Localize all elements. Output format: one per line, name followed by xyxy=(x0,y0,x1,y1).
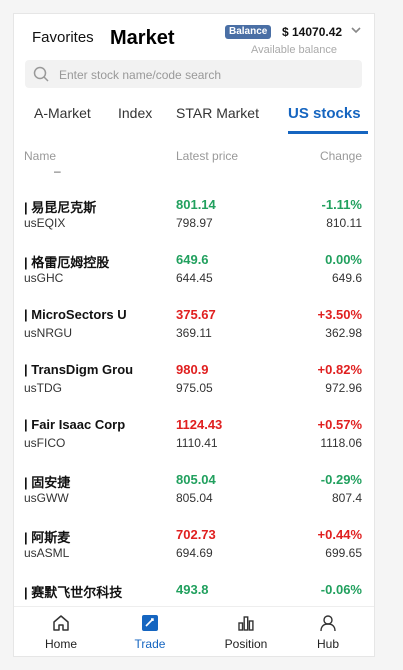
stock-change: +0.44% xyxy=(317,527,362,542)
hub-icon xyxy=(320,615,336,632)
stock-row[interactable]: | Fair Isaac Corp usFICO 1124.43 1110.41 +0.… xyxy=(14,414,374,469)
stock-ref-price: 972.96 xyxy=(325,381,362,395)
nav-position-label: Position xyxy=(224,637,268,651)
stock-name: | 阿斯麦 xyxy=(24,530,71,545)
stock-code: usEQIX xyxy=(24,216,66,230)
stock-code: usGHC xyxy=(24,271,64,285)
stock-change: +0.57% xyxy=(317,417,362,432)
chevron-down-icon[interactable] xyxy=(350,23,362,41)
stock-prev-price: 975.05 xyxy=(176,381,213,395)
stock-change: +3.50% xyxy=(317,307,362,322)
nav-trade[interactable]: Trade xyxy=(115,607,185,656)
balance-caption: Available balance xyxy=(251,44,338,56)
tab-index[interactable]: Index xyxy=(118,105,152,121)
stock-latest-price: 375.67 xyxy=(176,307,216,322)
stock-prev-price: 644.45 xyxy=(176,271,213,285)
stock-row[interactable]: | MicroSectors U usNRGU 375.67 369.11 +3.50%… xyxy=(14,304,374,359)
nav-hub-label: Hub xyxy=(316,637,339,651)
stock-list: | 易昆尼克斯 usEQIX 801.14 798.97 -1.11% 810.11 | 格… xyxy=(14,194,374,634)
nav-position[interactable]: Position xyxy=(211,607,281,656)
stock-prev-price: 694.69 xyxy=(176,546,213,560)
stock-change: -0.29% xyxy=(320,472,362,487)
stock-latest-price: 493.8 xyxy=(176,582,209,597)
favorites-tab[interactable]: Favorites xyxy=(32,29,94,46)
nav-hub[interactable]: Hub xyxy=(293,607,363,656)
stock-name: | Fair Isaac Corp xyxy=(24,417,126,432)
stock-prev-price: 1110.41 xyxy=(176,436,218,450)
market-tabs: A-Market Index STAR Market US stocks xyxy=(14,100,374,134)
tab-a-market[interactable]: A-Market xyxy=(34,105,91,121)
header: Favorites Market Balance $ 14070.42 Avai… xyxy=(14,14,374,64)
stock-latest-price: 980.9 xyxy=(176,362,209,377)
stock-ref-price: 649.6 xyxy=(331,271,362,285)
stock-row[interactable]: | 固安捷 usGWW 805.04 805.04 -0.29% 807.4 xyxy=(14,469,374,524)
stock-ref-price: 699.65 xyxy=(325,546,362,560)
stock-name: | 固安捷 xyxy=(24,475,71,490)
search-bar[interactable] xyxy=(25,60,362,90)
stock-latest-price: 702.73 xyxy=(176,527,216,542)
stock-name: | TransDigm Grou xyxy=(24,362,134,377)
stock-change: -1.11% xyxy=(321,197,362,212)
active-tab-indicator xyxy=(288,131,368,134)
tab-us-stocks[interactable]: US stocks xyxy=(288,105,361,122)
placeholder-dash: – xyxy=(54,164,61,178)
stock-row[interactable]: | 阿斯麦 usASML 702.73 694.69 +0.44% 699.65 xyxy=(14,524,374,579)
stock-ref-price: 362.98 xyxy=(325,326,362,340)
stock-ref-price: 807.4 xyxy=(331,491,362,505)
market-tab[interactable]: Market xyxy=(110,27,174,50)
stock-name: | 格雷厄姆控股 xyxy=(24,255,110,270)
stock-change: +0.82% xyxy=(317,362,362,377)
stock-latest-price: 805.04 xyxy=(176,472,216,487)
stock-change: 0.00% xyxy=(325,252,362,267)
stock-prev-price: 369.11 xyxy=(176,326,212,340)
trade-icon xyxy=(142,615,158,631)
stock-prev-price: 805.04 xyxy=(176,491,213,505)
home-icon xyxy=(53,615,69,631)
stock-name: | MicroSectors U xyxy=(24,307,127,322)
column-header: Name Latest price Change xyxy=(14,149,374,165)
stock-code: usTDG xyxy=(24,381,63,395)
stock-row[interactable]: | 易昆尼克斯 usEQIX 801.14 798.97 -1.11% 810.11 xyxy=(14,194,374,249)
nav-trade-label: Trade xyxy=(134,637,166,651)
stock-latest-price: 649.6 xyxy=(176,252,209,267)
stock-name: | 赛默飞世尔科技 xyxy=(24,585,123,600)
bottom-nav: Home Trade Position Hub xyxy=(14,606,374,656)
column-name: Name xyxy=(24,149,57,163)
stock-ref-price: 1118.06 xyxy=(320,436,362,450)
search-icon xyxy=(33,66,49,87)
tab-star-market[interactable]: STAR Market xyxy=(176,105,259,121)
nav-home[interactable]: Home xyxy=(26,607,96,656)
app-window: Favorites Market Balance $ 14070.42 Avai… xyxy=(13,13,375,657)
stock-latest-price: 801.14 xyxy=(176,197,216,212)
stock-ref-price: 810.11 xyxy=(326,216,362,230)
stock-row[interactable]: | 格雷厄姆控股 usGHC 649.6 644.45 0.00% 649.6 xyxy=(14,249,374,304)
stock-prev-price: 798.97 xyxy=(176,216,213,230)
column-latest-price: Latest price xyxy=(176,149,239,163)
column-change: Change xyxy=(319,149,362,163)
search-input[interactable] xyxy=(57,60,356,90)
stock-name: | 易昆尼克斯 xyxy=(24,200,97,215)
stock-latest-price: 1124.43 xyxy=(176,417,223,432)
stock-code: usGWW xyxy=(24,491,69,505)
stock-change: -0.06% xyxy=(320,582,362,597)
balance-badge: Balance xyxy=(225,25,272,39)
balance-amount[interactable]: $ 14070.42 xyxy=(282,25,342,39)
stock-code: usFICO xyxy=(24,436,66,450)
stock-code: usASML xyxy=(24,546,70,560)
stock-row[interactable]: | TransDigm Grou usTDG 980.9 975.05 +0.82% 97… xyxy=(14,359,374,414)
position-icon xyxy=(238,616,254,631)
nav-home-label: Home xyxy=(44,637,77,651)
stock-code: usNRGU xyxy=(24,326,73,340)
